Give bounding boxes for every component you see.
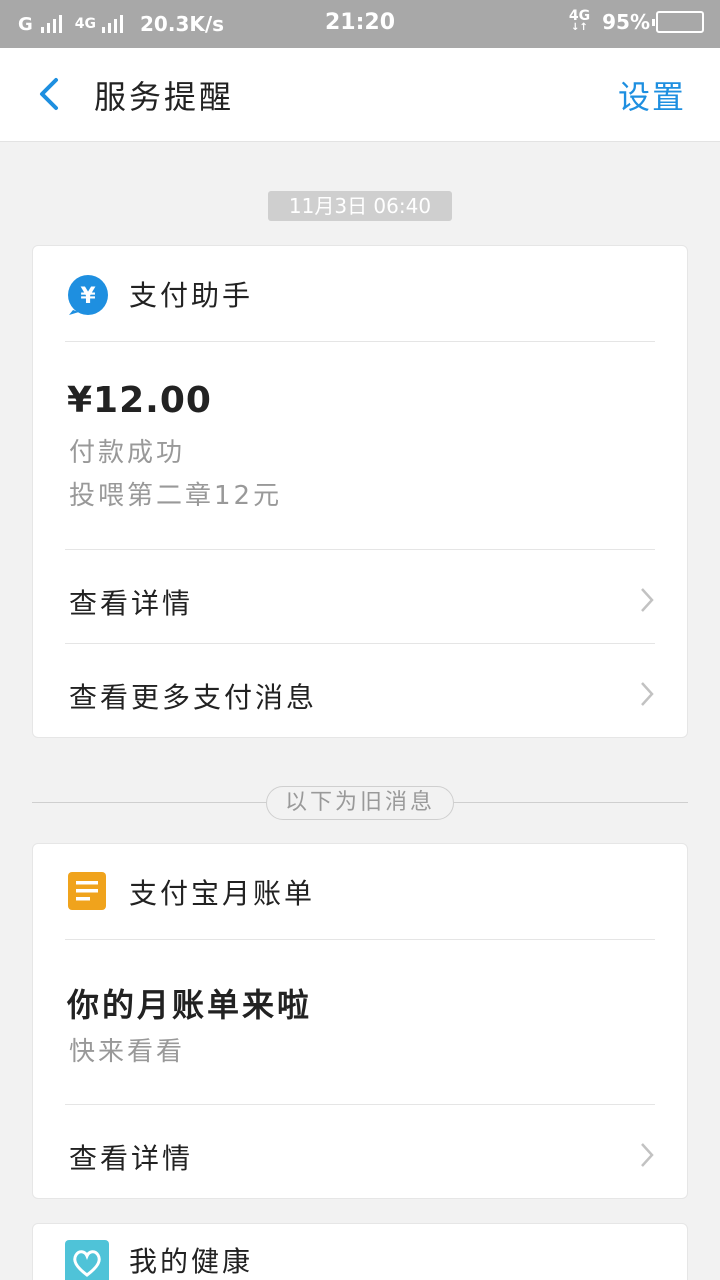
bill-title: 你的月账单来啦 (67, 986, 313, 1024)
battery-icon (652, 11, 704, 33)
heart-icon (65, 1240, 109, 1280)
back-arrow-icon (40, 78, 58, 110)
chevron-right-icon (641, 588, 654, 612)
svg-text:¥: ¥ (80, 284, 96, 309)
health-card-header: 我的健康 (33, 1224, 687, 1280)
view-more-payments-row[interactable]: 查看更多支付消息 (33, 644, 687, 738)
payment-description: 投喂第二章12元 (69, 481, 283, 511)
divider (65, 939, 655, 940)
bill-card-header: 支付宝月账单 (33, 844, 687, 939)
payment-card-header: ¥ 支付助手 (33, 246, 687, 341)
page-title: 服务提醒 (94, 78, 235, 116)
chevron-right-icon (641, 1143, 654, 1167)
sender-name: 我的健康 (129, 1245, 254, 1278)
data-arrows-icon: ↓↑ (571, 22, 588, 33)
status-bar: G 4G 20.3K/s 21:20 4G ↓↑ 95% (0, 0, 720, 48)
divider (65, 341, 655, 342)
old-messages-label: 以下为旧消息 (266, 786, 454, 820)
payment-status: 付款成功 (69, 438, 186, 468)
message-timestamp: 11月3日 06:40 (268, 191, 452, 221)
view-details-row[interactable]: 查看详情 (33, 550, 687, 644)
payment-amount: ¥12.00 (67, 380, 212, 421)
settings-button[interactable]: 设置 (618, 72, 686, 118)
view-details-label: 查看详情 (69, 1142, 194, 1175)
back-button[interactable] (30, 74, 70, 114)
battery-percent: 95% (602, 10, 650, 34)
sender-name: 支付助手 (129, 279, 254, 312)
view-details-label: 查看详情 (69, 587, 194, 620)
chevron-right-icon (641, 682, 654, 706)
bill-icon (68, 872, 106, 910)
health-card: 我的健康 (32, 1223, 688, 1280)
view-details-row[interactable]: 查看详情 (33, 1105, 687, 1199)
app-header: 服务提醒 设置 (0, 48, 720, 142)
payment-card: ¥ 支付助手 ¥12.00 付款成功 投喂第二章12元 查看详情 查看更多支付消… (32, 245, 688, 738)
monthly-bill-card: 支付宝月账单 你的月账单来啦 快来看看 查看详情 (32, 843, 688, 1199)
sender-name: 支付宝月账单 (129, 877, 316, 910)
yuan-icon: ¥ (68, 275, 108, 315)
network-icon: 4G ↓↑ (569, 9, 590, 34)
view-more-payments-label: 查看更多支付消息 (69, 681, 318, 714)
bill-subtitle: 快来看看 (69, 1037, 186, 1067)
status-right: 4G ↓↑ 95% (569, 9, 704, 34)
